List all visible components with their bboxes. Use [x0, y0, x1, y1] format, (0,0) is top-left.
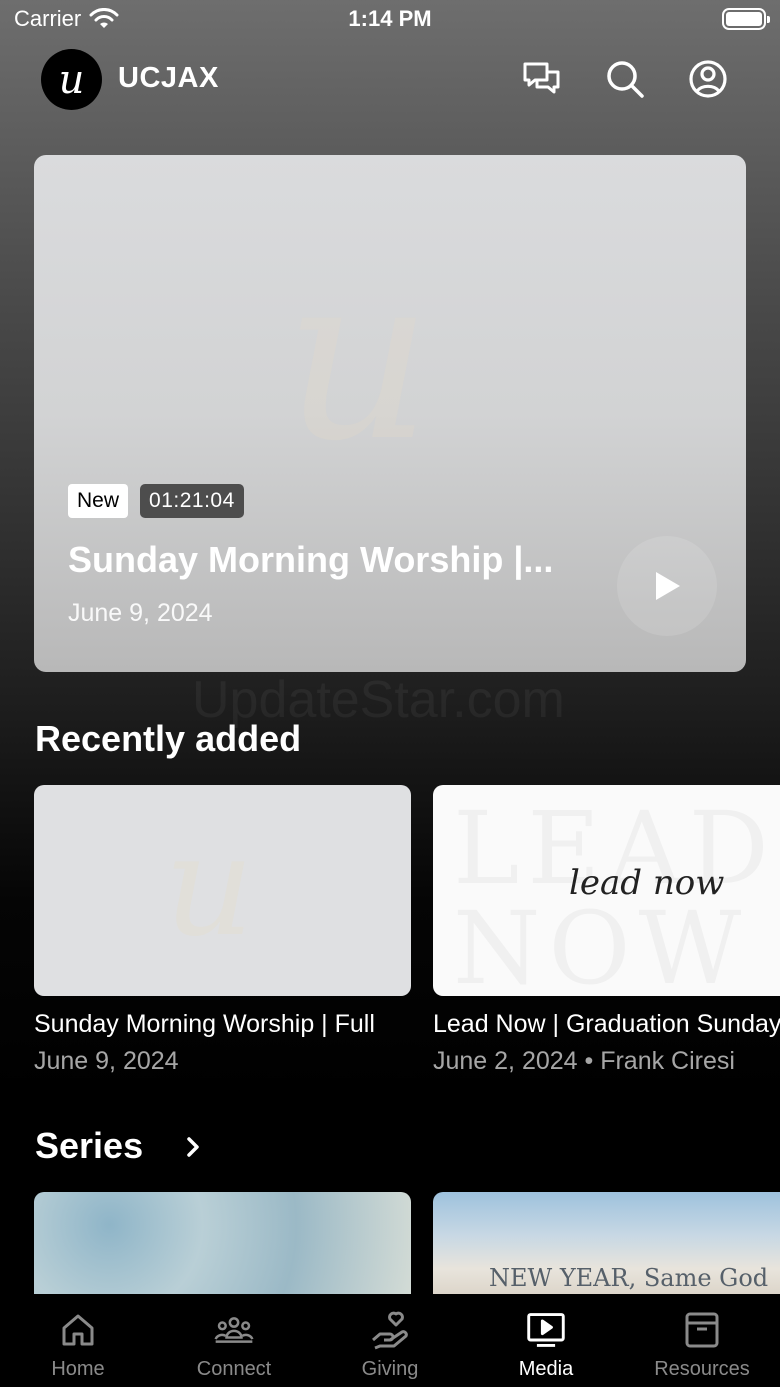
tab-giving[interactable]: Giving: [312, 1294, 468, 1387]
tab-media[interactable]: Media: [468, 1294, 624, 1387]
play-icon: [656, 572, 680, 600]
media-card-thumbnail: LEAD NOW lead now: [433, 785, 780, 996]
app-header: u UCJAX: [0, 48, 780, 110]
chat-icon[interactable]: [521, 58, 563, 100]
status-time: 1:14 PM: [348, 6, 432, 31]
profile-icon[interactable]: [687, 58, 729, 100]
media-card-meta: June 2, 2024 • Frank Ciresi: [433, 1047, 735, 1075]
hero-title: Sunday Morning Worship |...: [68, 539, 554, 580]
people-icon: [214, 1310, 254, 1350]
hand-heart-icon: [370, 1310, 410, 1350]
tab-home[interactable]: Home: [0, 1294, 156, 1387]
media-card-thumbnail: u: [34, 785, 411, 996]
hero-date: June 9, 2024: [68, 599, 213, 627]
media-card-title: Lead Now | Graduation Sunday: [433, 1010, 780, 1038]
tab-label: Media: [518, 1358, 574, 1380]
media-card[interactable]: u Sunday Morning Worship | Full June 9, …: [34, 785, 411, 1076]
archive-icon: [682, 1310, 722, 1350]
series-card[interactable]: [34, 1192, 411, 1302]
app-title: UCJAX: [118, 62, 219, 94]
series-heading[interactable]: Series: [35, 1125, 143, 1167]
play-button[interactable]: [617, 536, 717, 636]
recently-added-heading: Recently added: [35, 718, 302, 759]
tab-label: Home: [51, 1358, 105, 1380]
media-card-meta: June 9, 2024: [34, 1047, 179, 1075]
battery-icon: [722, 8, 770, 30]
new-badge: New: [68, 484, 129, 518]
tab-connect[interactable]: Connect: [156, 1294, 312, 1387]
featured-video-card[interactable]: u New 01:21:04 Sunday Morning Worship |.…: [34, 155, 746, 672]
tab-bar: Home Connect Giving Media Resources: [0, 1294, 780, 1387]
series-card-title: NEW YEAR, Same God: [489, 1264, 769, 1292]
app-logo[interactable]: u: [41, 49, 102, 110]
chevron-right-icon[interactable]: [183, 1134, 203, 1160]
tab-resources[interactable]: Resources: [624, 1294, 780, 1387]
series-card[interactable]: NEW YEAR, Same God: [433, 1192, 780, 1302]
search-icon[interactable]: [604, 58, 646, 100]
tab-label: Connect: [196, 1358, 272, 1380]
media-card-title: Sunday Morning Worship | Full: [34, 1010, 375, 1038]
tv-play-icon: [526, 1310, 566, 1350]
media-card[interactable]: LEAD NOW lead now Lead Now | Graduation …: [433, 785, 780, 1076]
hero-badges: New 01:21:04: [68, 484, 244, 518]
tab-label: Resources: [654, 1358, 750, 1380]
home-icon: [58, 1310, 98, 1350]
status-bar: Carrier 1:14 PM: [0, 0, 780, 40]
tab-label: Giving: [361, 1358, 419, 1380]
duration-badge: 01:21:04: [140, 484, 244, 518]
hero-logo-watermark: u: [284, 225, 433, 492]
